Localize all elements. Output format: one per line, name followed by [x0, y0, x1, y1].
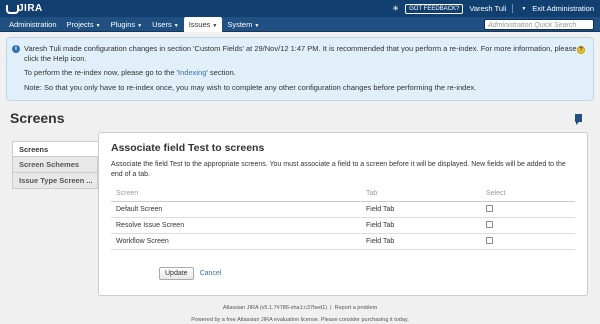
- associate-field-panel: Associate field Test to screens Associat…: [98, 132, 588, 296]
- page-title: Screens: [10, 110, 65, 126]
- message-line-2-prefix: To perform the re-index now, please go t…: [24, 68, 179, 77]
- table-row: Default Screen Field Tab: [111, 201, 575, 218]
- feedback-button[interactable]: GOT FEEDBACK?: [405, 3, 464, 14]
- footer-line-2: Powered by a free Atlassian JIRA evaluat…: [191, 317, 409, 323]
- screen-name: Default Screen: [111, 201, 366, 218]
- chevron-down-icon: ▼: [212, 22, 218, 29]
- nav-projects[interactable]: Projects ▼: [62, 17, 106, 32]
- exit-admin-link[interactable]: Exit Administration: [532, 4, 594, 13]
- form-actions: Update Cancel: [159, 266, 575, 280]
- select-cell: [486, 233, 575, 250]
- update-button[interactable]: Update: [159, 266, 194, 280]
- top-header: JIRA ☀ GOT FEEDBACK? Varesh Tuli ▼ Exit …: [0, 0, 600, 17]
- cancel-link[interactable]: Cancel: [200, 270, 222, 277]
- shortcuts-icon[interactable]: [575, 114, 582, 125]
- tab-name: Field Tab: [366, 233, 486, 250]
- nav-plugins[interactable]: Plugins ▼: [106, 17, 148, 32]
- sidebar-item-screen-schemes[interactable]: Screen Schemes: [12, 157, 98, 173]
- column-screen: Screen: [111, 187, 366, 202]
- admin-quick-search-input[interactable]: Administration Quick Search: [484, 18, 594, 30]
- select-cell: [486, 201, 575, 218]
- table-header-row: Screen Tab Select: [111, 187, 575, 202]
- nav-users[interactable]: Users ▼: [147, 17, 184, 32]
- report-problem-link[interactable]: Report a problem: [335, 305, 378, 311]
- sidebar: Screens Screen Schemes Issue Type Screen…: [12, 141, 98, 189]
- chevron-down-icon: ▼: [173, 22, 179, 29]
- logo-text: JIRA: [18, 3, 43, 14]
- user-name: Varesh Tuli: [469, 4, 507, 13]
- divider: [512, 4, 514, 13]
- select-checkbox[interactable]: [486, 205, 493, 213]
- column-select: Select: [486, 187, 575, 202]
- nav-system-label: System: [227, 19, 253, 29]
- indexing-link[interactable]: Indexing: [178, 68, 206, 77]
- nav-system[interactable]: System ▼: [222, 17, 264, 32]
- user-menu[interactable]: Varesh Tuli: [469, 4, 506, 13]
- screens-table: Screen Tab Select Default Screen Field T…: [111, 187, 575, 250]
- nav-users-label: Users: [152, 19, 172, 29]
- select-checkbox[interactable]: [486, 221, 493, 229]
- footer-version: Atlassian JIRA (v5.1.7#786-sha1:c37bed1): [222, 305, 328, 311]
- sidebar-item-issue-type-screen-schemes[interactable]: Issue Type Screen ...: [12, 173, 98, 189]
- admin-nav: Administration Projects ▼ Plugins ▼ Users ▼…: [0, 16, 600, 32]
- panel-title: Associate field Test to screens: [111, 142, 265, 154]
- message-line-2: To perform the re-index now, please go t…: [24, 68, 585, 78]
- nav-administration[interactable]: Administration: [4, 17, 62, 32]
- select-checkbox[interactable]: [486, 237, 493, 245]
- chevron-down-icon: ▼: [95, 22, 101, 29]
- jira-logo-icon: [6, 4, 19, 14]
- message-line-2-suffix: ' section.: [206, 68, 236, 77]
- table-row: Resolve Issue Screen Field Tab: [111, 217, 575, 234]
- column-tab: Tab: [366, 187, 486, 202]
- tab-name: Field Tab: [366, 217, 486, 234]
- footer: Atlassian JIRA (v5.1.7#786-sha1:c37bed1)…: [0, 302, 600, 324]
- help-icon[interactable]: ?: [577, 46, 585, 54]
- footer-line-1: Atlassian JIRA (v5.1.7#786-sha1:c37bed1)…: [222, 305, 378, 311]
- header-right: ☀ GOT FEEDBACK? Varesh Tuli ▼ Exit Admin…: [392, 3, 594, 14]
- reindex-message: i ? Varesh Tuli made configuration chang…: [6, 37, 594, 101]
- nav-plugins-label: Plugins: [110, 19, 136, 29]
- panel-description: Associate the field Test to the appropri…: [111, 161, 566, 178]
- chevron-down-icon: ▼: [137, 22, 143, 29]
- select-cell: [486, 217, 575, 234]
- screen-name: Resolve Issue Screen: [111, 217, 366, 234]
- nav-projects-label: Projects: [66, 19, 94, 29]
- chevron-down-icon[interactable]: ▼: [521, 6, 526, 12]
- jira-logo[interactable]: JIRA: [6, 3, 43, 14]
- nav-issues-label: Issues: [188, 19, 211, 29]
- sidebar-item-screens[interactable]: Screens: [12, 141, 98, 157]
- chevron-down-icon: ▼: [254, 22, 260, 29]
- table-row: Workflow Screen Field Tab: [111, 233, 575, 250]
- screen-name: Workflow Screen: [111, 233, 366, 250]
- page-header: Screens: [0, 104, 600, 132]
- tab-name: Field Tab: [366, 201, 486, 218]
- message-line-3: Note: So that you only have to re-index …: [24, 82, 477, 92]
- lightbulb-icon[interactable]: ☀: [392, 4, 399, 13]
- nav-issues[interactable]: Issues ▼: [183, 16, 223, 32]
- message-line-1: Varesh Tuli made configuration changes i…: [24, 44, 577, 63]
- info-icon: i: [12, 45, 20, 53]
